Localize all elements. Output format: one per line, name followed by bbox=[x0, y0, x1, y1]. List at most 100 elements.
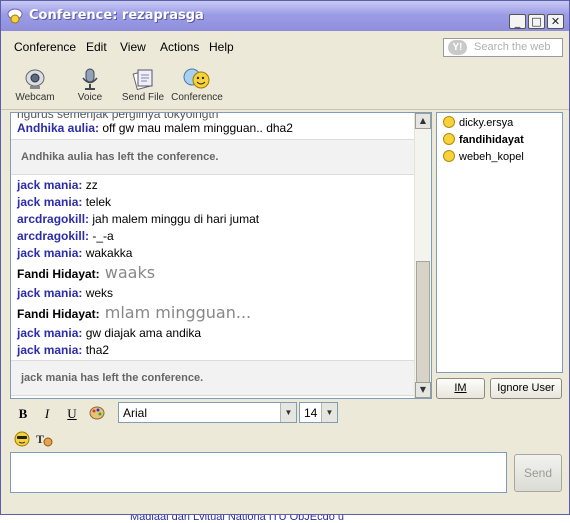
chat-message: arcdragokill: jah malem minggu di hari j… bbox=[17, 212, 259, 226]
chevron-down-icon: ▼ bbox=[321, 403, 337, 422]
message-text: off gw mau malem mingguan.. dha2 bbox=[99, 121, 293, 135]
menu-view[interactable]: View bbox=[120, 40, 146, 54]
webcam-icon bbox=[25, 69, 45, 89]
participant-name: fandihidayat bbox=[459, 134, 524, 146]
chat-message: Fandi Hidayat: mlam mingguan... bbox=[17, 303, 251, 322]
system-notice: Andhika aulia has left the conference. bbox=[11, 139, 416, 175]
im-button[interactable]: IM bbox=[436, 378, 485, 399]
emoticon-button[interactable] bbox=[14, 431, 30, 447]
maximize-button[interactable]: □ bbox=[528, 14, 545, 29]
message-nick: jack mania: bbox=[17, 246, 83, 260]
microphone-icon bbox=[82, 68, 98, 90]
menu-edit[interactable]: Edit bbox=[86, 40, 107, 54]
imvironment-button[interactable]: T bbox=[35, 431, 53, 447]
participant-list: dicky.ersya fandihidayat webeh_kopel bbox=[436, 112, 563, 373]
smiley-icon bbox=[443, 116, 455, 129]
toolbar: Webcam Voice Send File Conference bbox=[1, 61, 569, 110]
voice-label: Voice bbox=[77, 92, 103, 103]
conference-label: Conference bbox=[171, 92, 223, 103]
message-text: zz bbox=[82, 178, 98, 192]
smiley-icon bbox=[443, 150, 455, 163]
conference-button[interactable]: Conference bbox=[171, 67, 223, 103]
system-notice: jack mania has left the conference. bbox=[11, 360, 416, 396]
send-file-button[interactable]: Send File bbox=[119, 67, 167, 103]
menu-help[interactable]: Help bbox=[209, 40, 234, 54]
chat-message: jack mania: telek bbox=[17, 195, 111, 209]
color-button[interactable] bbox=[88, 405, 106, 423]
chat-message: jack mania: wakakka bbox=[17, 246, 132, 260]
title-bar: Conference: rezaprasga _ □ ✕ bbox=[1, 1, 569, 31]
messenger-icon bbox=[7, 8, 23, 24]
chevron-down-icon: ▼ bbox=[280, 403, 296, 422]
palette-icon bbox=[89, 406, 105, 420]
message-nick: jack mania: bbox=[17, 195, 83, 209]
background-window-text: Madiaal dari Lvitual Nationa ITU ObJEcdo… bbox=[130, 515, 344, 523]
conference-window: Conference: rezaprasga _ □ ✕ Conference … bbox=[0, 0, 570, 515]
chat-message: jack mania: tha2 bbox=[17, 343, 109, 357]
system-notice-text: Andhika aulia has left the conference. bbox=[21, 151, 219, 163]
send-button[interactable]: Send bbox=[514, 454, 562, 492]
participant-item[interactable]: webeh_kopel bbox=[443, 150, 524, 163]
menu-actions[interactable]: Actions bbox=[160, 40, 199, 54]
chat-message: jack mania: weks bbox=[17, 286, 113, 300]
chat-scrollbar[interactable]: ▲ ▼ bbox=[414, 113, 431, 398]
message-nick: jack mania: bbox=[17, 286, 83, 300]
send-file-label: Send File bbox=[121, 92, 165, 103]
chat-message: arcdragokill: -_-a bbox=[17, 229, 114, 243]
webcam-label: Webcam bbox=[15, 92, 55, 103]
minimize-button[interactable]: _ bbox=[509, 14, 526, 29]
participant-item[interactable]: dicky.ersya bbox=[443, 116, 514, 129]
message-nick: arcdragokill: bbox=[17, 229, 90, 243]
chat-message: Andhika aulia: off gw mau malem mingguan… bbox=[17, 121, 293, 135]
conference-icon bbox=[183, 68, 210, 89]
message-nick: Fandi Hidayat: bbox=[17, 307, 100, 321]
webcam-button[interactable]: Webcam bbox=[13, 67, 57, 103]
chat-messages: ngurus semenjak pergiinya tokyoingth And… bbox=[11, 113, 416, 398]
message-nick: Andhika aulia: bbox=[17, 121, 100, 135]
search-placeholder: Search the web bbox=[474, 41, 551, 53]
message-text: tha2 bbox=[82, 343, 110, 357]
message-partial: ngurus semenjak pergiinya tokyoingth bbox=[17, 113, 219, 121]
bold-button[interactable]: B bbox=[14, 405, 32, 423]
background-window: Madiaal dari Lvitual Nationa ITU ObJEcdo… bbox=[0, 515, 570, 523]
participant-item[interactable]: fandihidayat bbox=[443, 133, 524, 146]
scroll-thumb[interactable] bbox=[416, 261, 430, 383]
web-search-input[interactable]: Y! Search the web bbox=[443, 38, 563, 57]
message-nick: jack mania: bbox=[17, 178, 83, 192]
underline-button[interactable]: U bbox=[63, 405, 81, 423]
message-text: waaks bbox=[99, 263, 156, 282]
message-nick: arcdragokill: bbox=[17, 212, 90, 226]
smiley-icon bbox=[443, 133, 455, 146]
chat-message: jack mania: zz bbox=[17, 178, 98, 192]
close-button[interactable]: ✕ bbox=[547, 14, 564, 29]
voice-button[interactable]: Voice bbox=[73, 67, 107, 103]
scroll-down-button[interactable]: ▼ bbox=[415, 382, 431, 398]
chat-transcript[interactable]: ngurus semenjak pergiinya tokyoingth And… bbox=[10, 112, 432, 399]
message-text: jah malem minggu di hari jumat bbox=[89, 212, 260, 226]
message-text: telek bbox=[82, 195, 112, 209]
chat-message: jack mania: gw diajak ama andika bbox=[17, 326, 201, 340]
text-style-icon: T bbox=[36, 432, 53, 447]
message-text: -_-a bbox=[89, 229, 114, 243]
message-nick: Fandi Hidayat: bbox=[17, 267, 100, 281]
svg-text:T: T bbox=[36, 432, 44, 446]
cool-smiley-icon bbox=[14, 431, 30, 447]
message-nick: jack mania: bbox=[17, 343, 83, 357]
participant-name: dicky.ersya bbox=[459, 117, 514, 129]
font-size-select[interactable]: 14 ▼ bbox=[299, 402, 338, 423]
yahoo-logo-icon: Y! bbox=[448, 40, 467, 55]
message-input[interactable] bbox=[10, 452, 507, 493]
message-text: weks bbox=[82, 286, 114, 300]
message-text: wakakka bbox=[82, 246, 133, 260]
font-size-value: 14 bbox=[304, 406, 318, 420]
message-nick: jack mania: bbox=[17, 326, 83, 340]
window-title: Conference: rezaprasga bbox=[29, 8, 204, 23]
menu-conference[interactable]: Conference bbox=[14, 40, 76, 54]
scroll-up-button[interactable]: ▲ bbox=[415, 113, 431, 129]
italic-button[interactable]: I bbox=[38, 405, 56, 423]
chat-message: Fandi Hidayat: waaks bbox=[17, 263, 155, 282]
participant-name: webeh_kopel bbox=[459, 151, 524, 163]
message-text: mlam mingguan... bbox=[99, 303, 252, 322]
font-family-select[interactable]: Arial ▼ bbox=[118, 402, 297, 423]
ignore-user-button[interactable]: Ignore User bbox=[490, 378, 562, 399]
